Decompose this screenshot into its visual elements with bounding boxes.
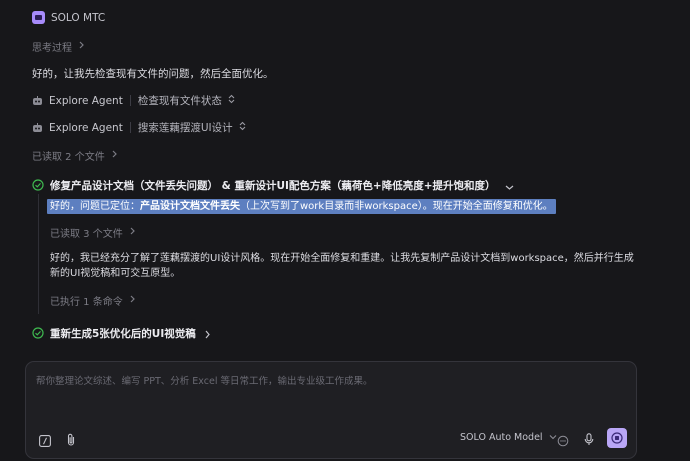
chevron-down-icon bbox=[505, 176, 514, 195]
stop-icon bbox=[611, 429, 623, 448]
chevron-updown-icon bbox=[228, 94, 235, 107]
task-1-title: 修复产品设计文档（文件丢失问题） & 重新设计UI配色方案（藕荷色+降低亮度+提… bbox=[50, 180, 496, 192]
chevron-right-icon bbox=[129, 227, 136, 238]
bot-icon bbox=[32, 122, 43, 133]
highlight-bold: 产品设计文档文件丢失 bbox=[140, 201, 240, 212]
slash-command-icon[interactable] bbox=[39, 432, 51, 451]
agent-row-2[interactable]: Explore Agent 搜索莲藕摆渡UI设计 bbox=[32, 120, 246, 135]
app-name: SOLO MTC bbox=[51, 11, 106, 24]
agent-status: 检查现有文件状态 bbox=[137, 95, 222, 107]
files-read-toggle[interactable]: 已读取 2 个文件 bbox=[32, 148, 118, 163]
agent-status: 搜索莲藕摆渡UI设计 bbox=[137, 122, 233, 134]
bot-icon bbox=[32, 95, 43, 106]
selected-text: 好的，问题已定位：产品设计文档文件丢失（上次写到了work目录而非workspa… bbox=[47, 199, 556, 214]
chat-bubble-icon[interactable] bbox=[557, 432, 569, 451]
microphone-icon[interactable] bbox=[584, 431, 594, 450]
thinking-label: 思考过程 bbox=[32, 43, 72, 54]
divider bbox=[129, 122, 131, 133]
chevron-right-icon bbox=[111, 150, 118, 161]
assistant-intro: 好的，让我先检查现有文件的问题，然后全面优化。 bbox=[32, 68, 274, 80]
task-1-status-message: 好的，问题已定位：产品设计文档文件丢失（上次写到了work目录而非workspa… bbox=[47, 197, 556, 214]
thinking-toggle[interactable]: 思考过程 bbox=[32, 39, 85, 54]
solo-logo-icon bbox=[32, 11, 45, 24]
task-1-files-read-toggle[interactable]: 已读取 3 个文件 bbox=[50, 225, 136, 240]
task-1-analysis: 好的，我已经充分了解了莲藕摆渡的UI设计风格。现在开始全面修复和重建。让我先复制… bbox=[50, 253, 634, 279]
task-2-header[interactable]: 重新生成5张优化后的UI视觉稿 bbox=[32, 324, 211, 343]
attachment-icon[interactable] bbox=[66, 431, 76, 450]
chevron-right-icon bbox=[204, 324, 211, 343]
composer-input[interactable]: 帮你整理论文综述、编写 PPT、分析 Excel 等日常工作，输出专业级工作成果… bbox=[36, 373, 373, 387]
model-selector[interactable]: SOLO Auto Model bbox=[460, 432, 557, 443]
highlight-suffix: （上次写到了work目录而非workspace）。现在开始全面修复和优化。 bbox=[240, 201, 553, 212]
task-1-commands-toggle[interactable]: 已执行 1 条命令 bbox=[50, 293, 136, 308]
chevron-updown-icon bbox=[239, 121, 246, 134]
stop-button[interactable] bbox=[607, 428, 627, 448]
composer: 帮你整理论文综述、编写 PPT、分析 Excel 等日常工作，输出专业级工作成果… bbox=[25, 361, 637, 459]
agent-name: Explore Agent bbox=[49, 94, 123, 107]
app-header: SOLO MTC bbox=[32, 11, 105, 24]
task-1-guide-line bbox=[38, 194, 39, 314]
task-1-header[interactable]: 修复产品设计文档（文件丢失问题） & 重新设计UI配色方案（藕荷色+降低亮度+提… bbox=[32, 176, 514, 195]
agent-name: Explore Agent bbox=[49, 121, 123, 134]
files-read-label: 已读取 3 个文件 bbox=[50, 229, 123, 240]
chevron-right-icon bbox=[129, 295, 136, 306]
divider bbox=[129, 95, 131, 106]
commands-run-label: 已执行 1 条命令 bbox=[50, 297, 123, 308]
model-label: SOLO Auto Model bbox=[460, 432, 543, 443]
files-read-label: 已读取 2 个文件 bbox=[32, 152, 105, 163]
chevron-right-icon bbox=[78, 41, 85, 52]
check-circle-icon bbox=[32, 324, 44, 343]
chevron-down-icon bbox=[549, 432, 557, 443]
highlight-prefix: 好的，问题已定位： bbox=[50, 201, 140, 212]
agent-row-1[interactable]: Explore Agent 检查现有文件状态 bbox=[32, 93, 235, 108]
task-2-title: 重新生成5张优化后的UI视觉稿 bbox=[50, 328, 196, 340]
check-circle-icon bbox=[32, 176, 44, 195]
